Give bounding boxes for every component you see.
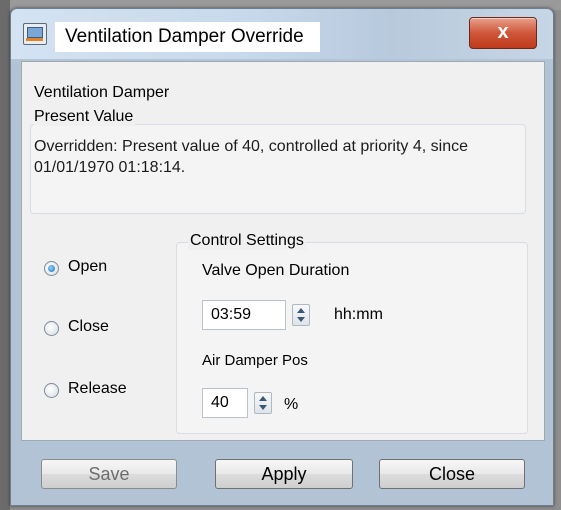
radio-open-label[interactable]: Open [68,258,107,276]
present-value-legend: Present Value [34,108,136,126]
air-damper-pos-unit: % [284,396,299,413]
save-button[interactable]: Save [41,459,177,489]
radio-close-button[interactable] [44,321,59,336]
dialog-content: Ventilation Damper Present Value Overrid… [21,61,545,441]
air-damper-pos-label: Air Damper Pos [202,352,308,369]
radio-release-button[interactable] [44,383,59,398]
valve-duration-input[interactable]: 03:59 [202,300,286,330]
background-left [0,0,10,510]
apply-button[interactable]: Apply [215,459,353,489]
spin-arrows-icon[interactable] [292,304,310,326]
radio-release-label[interactable]: Release [68,380,127,398]
valve-duration-unit: hh:mm [334,306,383,323]
close-window-button[interactable]: x [469,17,537,49]
close-button[interactable]: Close [379,459,525,489]
window-title: Ventilation Damper Override [55,22,320,52]
valve-open-duration-label: Valve Open Duration [202,262,350,279]
present-value-text: Overridden: Present value of 40, control… [34,138,468,176]
computer-icon [23,23,47,45]
spin-arrows-icon[interactable] [254,392,272,414]
close-icon: x [497,21,509,43]
radio-close-label[interactable]: Close [68,318,109,336]
title-bar[interactable]: Ventilation Damper Override x [11,9,553,59]
radio-open-button[interactable] [44,261,59,276]
dialog-window: Ventilation Damper Override x Ventilatio… [10,8,554,506]
damper-name-label: Ventilation Damper [34,84,170,101]
control-settings-legend: Control Settings [188,232,306,250]
air-damper-pos-input[interactable]: 40 [202,388,248,418]
